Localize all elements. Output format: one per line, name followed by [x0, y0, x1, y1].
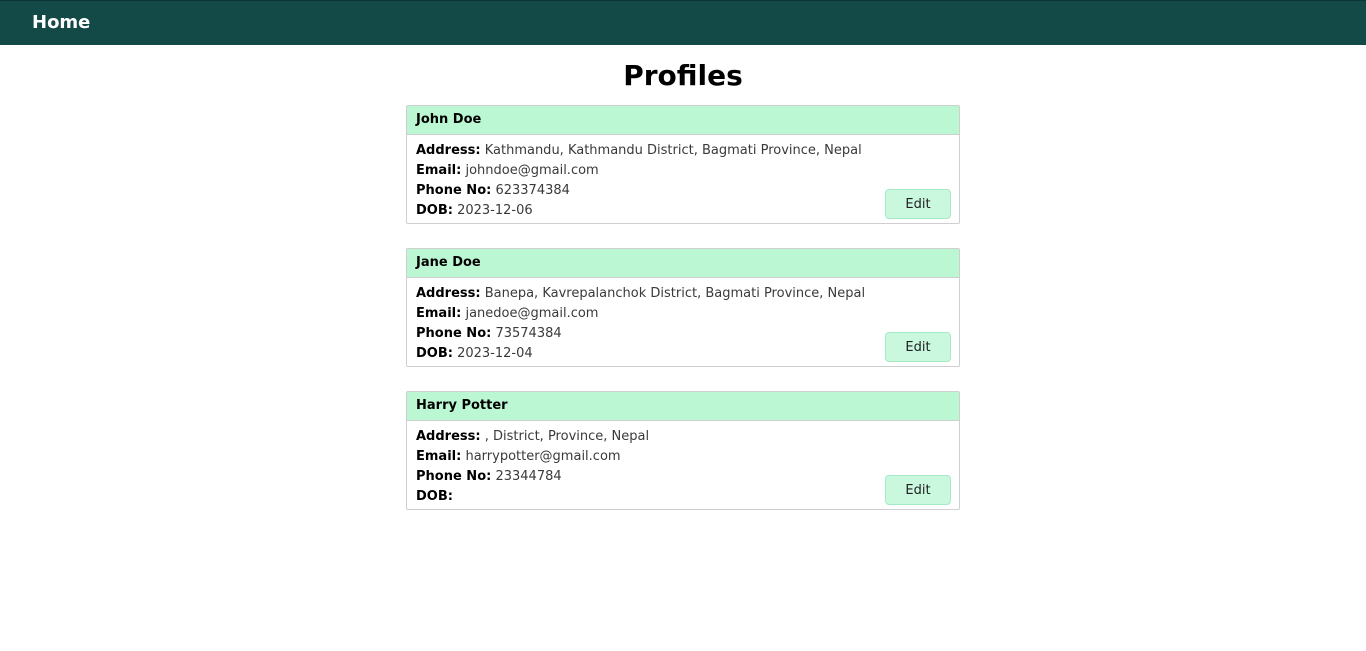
- email-label: Email:: [416, 306, 462, 321]
- dob-value: 2023-12-04: [457, 346, 533, 361]
- profile-name: Harry Potter: [407, 392, 959, 421]
- phone-value: 23344784: [495, 469, 562, 484]
- dob-label: DOB:: [416, 489, 453, 504]
- phone-row: Phone No: 623374384: [416, 181, 950, 201]
- profiles-list: John Doe Address: Kathmandu, Kathmandu D…: [406, 105, 960, 534]
- address-row: Address: , District, Province, Nepal: [416, 427, 950, 447]
- dob-row: DOB: 2023-12-06: [416, 201, 950, 221]
- dob-value: 2023-12-06: [457, 203, 533, 218]
- profile-details: Address: Kathmandu, Kathmandu District, …: [407, 135, 959, 221]
- page-title: Profiles: [623, 59, 743, 92]
- address-value: Banepa, Kavrepalanchok District, Bagmati…: [484, 286, 866, 301]
- address-label: Address:: [416, 429, 481, 444]
- email-label: Email:: [416, 163, 462, 178]
- navbar: Home: [0, 0, 1366, 45]
- phone-label: Phone No:: [416, 326, 492, 341]
- phone-label: Phone No:: [416, 183, 492, 198]
- dob-row: DOB:: [416, 487, 950, 507]
- edit-button[interactable]: Edit: [885, 189, 951, 219]
- email-row: Email: janedoe@gmail.com: [416, 304, 950, 324]
- profile-card: Harry Potter Address: , District, Provin…: [406, 391, 960, 510]
- profile-card: John Doe Address: Kathmandu, Kathmandu D…: [406, 105, 960, 224]
- phone-row: Phone No: 23344784: [416, 467, 950, 487]
- nav-home-link[interactable]: Home: [32, 12, 90, 34]
- profile-name: Jane Doe: [407, 249, 959, 278]
- email-value: johndoe@gmail.com: [465, 163, 599, 178]
- email-label: Email:: [416, 449, 462, 464]
- profile-details: Address: Banepa, Kavrepalanchok District…: [407, 278, 959, 364]
- email-row: Email: johndoe@gmail.com: [416, 161, 950, 181]
- profile-card: Jane Doe Address: Banepa, Kavrepalanchok…: [406, 248, 960, 367]
- profile-details: Address: , District, Province, Nepal Ema…: [407, 421, 959, 507]
- phone-label: Phone No:: [416, 469, 492, 484]
- phone-value: 73574384: [495, 326, 562, 341]
- address-label: Address:: [416, 286, 481, 301]
- address-row: Address: Kathmandu, Kathmandu District, …: [416, 141, 950, 161]
- email-value: harrypotter@gmail.com: [465, 449, 621, 464]
- email-value: janedoe@gmail.com: [465, 306, 599, 321]
- dob-label: DOB:: [416, 203, 453, 218]
- profile-name: John Doe: [407, 106, 959, 135]
- address-label: Address:: [416, 143, 481, 158]
- edit-button[interactable]: Edit: [885, 475, 951, 505]
- address-value: Kathmandu, Kathmandu District, Bagmati P…: [484, 143, 862, 158]
- phone-value: 623374384: [495, 183, 570, 198]
- dob-label: DOB:: [416, 346, 453, 361]
- edit-button[interactable]: Edit: [885, 332, 951, 362]
- phone-row: Phone No: 73574384: [416, 324, 950, 344]
- dob-row: DOB: 2023-12-04: [416, 344, 950, 364]
- address-row: Address: Banepa, Kavrepalanchok District…: [416, 284, 950, 304]
- address-value: , District, Province, Nepal: [484, 429, 650, 444]
- email-row: Email: harrypotter@gmail.com: [416, 447, 950, 467]
